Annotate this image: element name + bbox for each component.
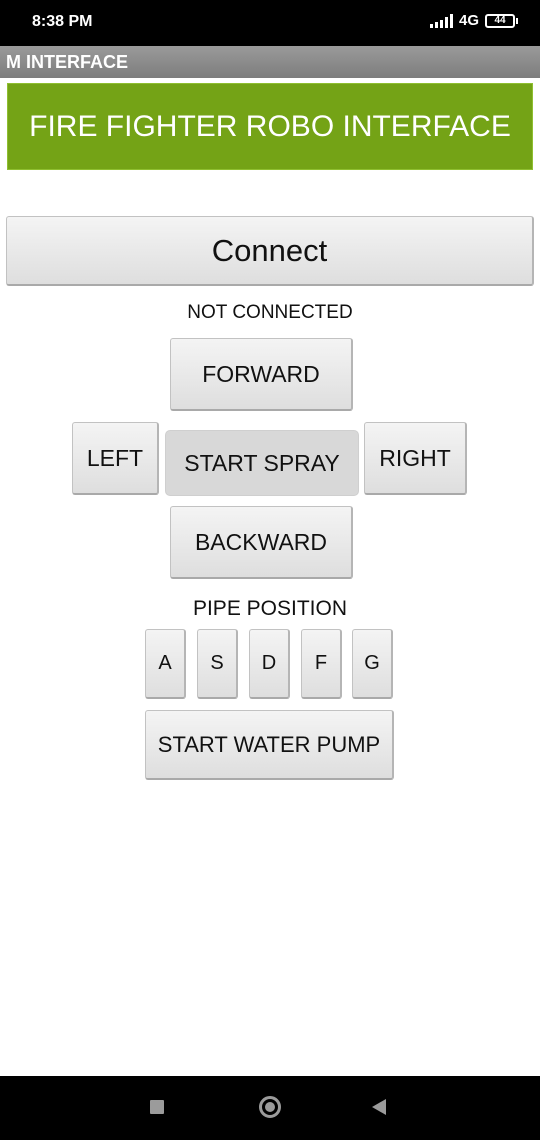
start-spray-button[interactable]: START SPRAY — [165, 430, 359, 496]
home-icon[interactable] — [259, 1096, 281, 1118]
status-bar: 8:38 PM 4G 44 — [0, 0, 540, 46]
banner-title: FIRE FIGHTER ROBO INTERFACE — [29, 109, 511, 143]
pipe-button-g[interactable]: G — [352, 629, 393, 699]
battery-level: 44 — [485, 13, 515, 28]
status-time: 8:38 PM — [32, 13, 93, 30]
signal-icon — [429, 13, 453, 28]
pipe-button-a[interactable]: A — [145, 629, 186, 699]
pipe-position-label: PIPE POSITION — [192, 597, 348, 620]
header-banner: FIRE FIGHTER ROBO INTERFACE — [7, 83, 533, 170]
pipe-button-d[interactable]: D — [249, 629, 290, 699]
status-indicators: 4G 44 — [429, 12, 518, 29]
start-water-pump-button[interactable]: START WATER PUMP — [145, 710, 394, 780]
recent-apps-icon[interactable] — [150, 1100, 164, 1114]
app-title: M INTERFACE — [6, 52, 129, 72]
pipe-button-f[interactable]: F — [301, 629, 342, 699]
system-nav-bar — [0, 1076, 540, 1140]
connection-status: NOT CONNECTED — [187, 302, 353, 323]
app-title-bar: M INTERFACE — [0, 46, 540, 78]
back-icon[interactable] — [372, 1099, 386, 1115]
forward-button[interactable]: FORWARD — [170, 338, 353, 411]
right-button[interactable]: RIGHT — [364, 422, 467, 495]
left-button[interactable]: LEFT — [72, 422, 159, 495]
network-type: 4G — [458, 12, 479, 29]
connect-button[interactable]: Connect — [6, 216, 534, 286]
battery-icon: 44 — [485, 13, 518, 28]
pipe-button-s[interactable]: S — [197, 629, 238, 699]
backward-button[interactable]: BACKWARD — [170, 506, 353, 579]
